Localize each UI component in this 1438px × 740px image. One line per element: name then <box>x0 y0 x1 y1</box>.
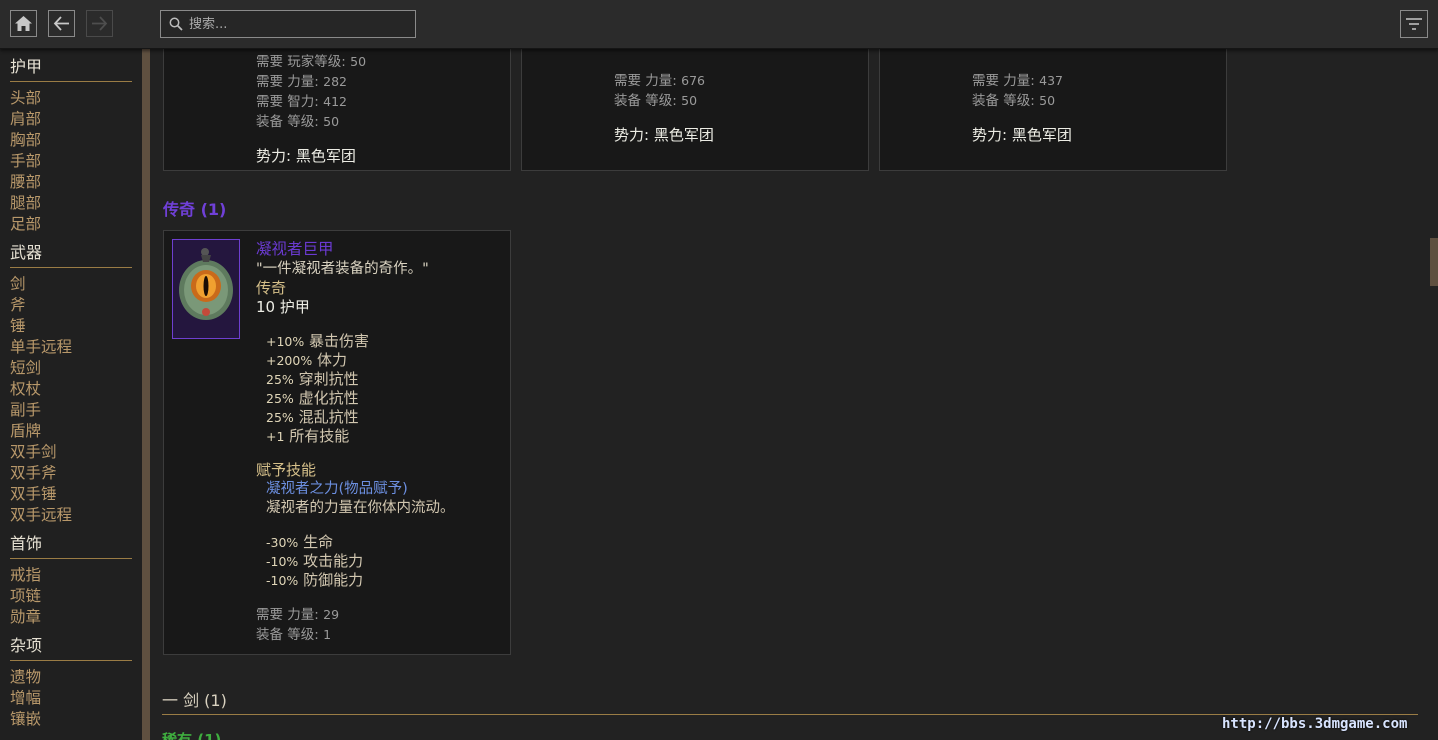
sidebar-heading: 首饰 <box>10 534 132 559</box>
stat-list: +10% 暴击伤害 +200% 体力 25% 穿刺抗性 25% 虚化抗性 25%… <box>256 332 506 446</box>
sidebar-item-two-hand-sword[interactable]: 双手剑 <box>10 442 142 463</box>
top-toolbar <box>0 0 1438 49</box>
sidebar-group-jewelry: 首饰 戒指 项链 勋章 <box>0 534 142 628</box>
requirement-row: 需要 力量: 437 <box>972 73 1063 89</box>
search-icon <box>169 17 183 31</box>
requirement-row-clipped <box>614 52 714 71</box>
home-icon <box>15 16 32 31</box>
penalty-line: -10% 攻击能力 <box>266 552 364 570</box>
requirement-row: 需要 力量: 29 <box>256 607 340 623</box>
stat-line: 25% 虚化抗性 <box>266 389 359 407</box>
category-heading-sword: 一 剑 (1) <box>162 691 227 710</box>
sidebar-item-component[interactable]: 镶嵌 <box>10 709 142 730</box>
sidebar-item-mace[interactable]: 锤 <box>10 316 142 337</box>
legendary-item-card[interactable]: 凝视者巨甲 "一件凝视者装备的奇作。" 传奇 10 护甲 +10% 暴击伤害 +… <box>163 230 511 655</box>
sidebar-item-amulet[interactable]: 项链 <box>10 586 142 607</box>
sidebar-item-feet[interactable]: 足部 <box>10 214 142 235</box>
item-card[interactable]: 需要 玩家等级: 50 需要 力量: 282 需要 智力: 412 装备 等级:… <box>163 49 511 171</box>
search-input[interactable] <box>189 14 409 34</box>
sidebar-group-misc: 杂项 遗物 增幅 镶嵌 <box>0 636 142 730</box>
faction-text: 势力: 黑色军团 <box>972 126 1072 144</box>
penalty-list: -30% 生命 -10% 攻击能力 -10% 防御能力 <box>256 533 506 590</box>
faction-text: 势力: 黑色军团 <box>256 147 356 165</box>
sidebar-heading: 杂项 <box>10 636 132 661</box>
granted-skill-heading: 赋予技能 <box>256 461 317 479</box>
sidebar-item-two-hand-mace[interactable]: 双手锤 <box>10 484 142 505</box>
granted-skill: 赋予技能 凝视者之力(物品赋予) 凝视者的力量在你体内流动。 <box>256 461 506 518</box>
requirements: 需要 力量: 29 装备 等级: 1 <box>256 605 506 645</box>
requirement-row-clipped <box>972 52 1072 71</box>
watermark: http://bbs.3dmgame.com <box>1222 716 1408 732</box>
item-rarity: 传奇 <box>256 279 287 297</box>
sidebar-group-weapons: 武器 剑 斧 锤 单手远程 短剑 权杖 副手 盾牌 双手剑 双手斧 双手锤 双手… <box>0 243 142 526</box>
sidebar-item-axe[interactable]: 斧 <box>10 295 142 316</box>
item-list: 需要 玩家等级: 50 需要 力量: 282 需要 智力: 412 装备 等级:… <box>150 49 1438 740</box>
sidebar-item-shield[interactable]: 盾牌 <box>10 421 142 442</box>
item-flavor-text: "一件凝视者装备的奇作。" <box>256 261 429 277</box>
sidebar-item-hands[interactable]: 手部 <box>10 151 142 172</box>
sidebar-item-waist[interactable]: 腰部 <box>10 172 142 193</box>
arrow-right-icon <box>92 16 108 31</box>
section-title-rare: 稀有 (1) <box>162 731 222 740</box>
sidebar-item-dagger[interactable]: 短剑 <box>10 358 142 379</box>
content-scrollbar-thumb[interactable] <box>1430 238 1438 286</box>
stat-line: +1 所有技能 <box>266 427 350 445</box>
item-image <box>172 239 240 339</box>
sidebar-item-augment[interactable]: 增幅 <box>10 688 142 709</box>
sidebar-item-relic[interactable]: 遗物 <box>10 667 142 688</box>
section-divider <box>162 714 1418 715</box>
sidebar-item-legs[interactable]: 腿部 <box>10 193 142 214</box>
requirement-row: 装备 等级: 50 <box>614 93 698 109</box>
forward-button[interactable] <box>86 10 113 37</box>
category-sidebar: 护甲 头部 肩部 胸部 手部 腰部 腿部 足部 武器 剑 斧 锤 单手远程 短剑… <box>0 49 142 740</box>
stat-line: 25% 穿刺抗性 <box>266 370 359 388</box>
stat-line: +10% 暴击伤害 <box>266 332 370 350</box>
requirement-row: 装备 等级: 50 <box>972 93 1056 109</box>
sidebar-item-two-hand-axe[interactable]: 双手斧 <box>10 463 142 484</box>
faction-text: 势力: 黑色军团 <box>614 126 714 144</box>
filter-icon <box>1406 18 1422 30</box>
sidebar-item-chest[interactable]: 胸部 <box>10 130 142 151</box>
arrow-left-icon <box>53 16 69 31</box>
stat-line: +200% 体力 <box>266 351 348 369</box>
filter-button[interactable] <box>1400 10 1428 38</box>
requirement-row: 需要 力量: 676 <box>614 73 705 89</box>
home-button[interactable] <box>10 10 37 37</box>
sidebar-heading: 武器 <box>10 243 132 268</box>
requirement-row: 需要 力量: 282 <box>256 74 347 90</box>
back-button[interactable] <box>48 10 75 37</box>
requirement-row: 需要 玩家等级: 50 <box>256 54 367 70</box>
granted-skill-description: 凝视者的力量在你体内流动。 <box>266 500 455 516</box>
requirement-row: 装备 等级: 50 <box>256 114 340 130</box>
sidebar-item-shoulders[interactable]: 肩部 <box>10 109 142 130</box>
sidebar-scrollbar[interactable] <box>142 49 150 740</box>
sidebar-item-medal[interactable]: 勋章 <box>10 607 142 628</box>
penalty-line: -10% 防御能力 <box>266 571 364 589</box>
sidebar-item-head[interactable]: 头部 <box>10 88 142 109</box>
stat-line: 25% 混乱抗性 <box>266 408 359 426</box>
item-name[interactable]: 凝视者巨甲 <box>256 239 506 259</box>
search-box <box>160 10 416 38</box>
requirement-row: 需要 智力: 412 <box>256 94 347 110</box>
item-armor: 10 护甲 <box>256 298 310 316</box>
sidebar-item-scepter[interactable]: 权杖 <box>10 379 142 400</box>
section-title-legendary: 传奇 (1) <box>163 200 227 219</box>
gazer-armor-icon <box>173 240 239 338</box>
sidebar-item-one-hand-ranged[interactable]: 单手远程 <box>10 337 142 358</box>
item-card[interactable]: 需要 力量: 676 装备 等级: 50 势力: 黑色军团 <box>521 49 869 171</box>
sidebar-item-ring[interactable]: 戒指 <box>10 565 142 586</box>
requirement-row: 装备 等级: 1 <box>256 627 332 643</box>
sidebar-heading: 护甲 <box>10 57 132 82</box>
granted-skill-name[interactable]: 凝视者之力(物品赋予) <box>256 480 506 499</box>
sidebar-item-two-hand-ranged[interactable]: 双手远程 <box>10 505 142 526</box>
sidebar-item-offhand[interactable]: 副手 <box>10 400 142 421</box>
sidebar-item-sword[interactable]: 剑 <box>10 274 142 295</box>
sidebar-group-armor: 护甲 头部 肩部 胸部 手部 腰部 腿部 足部 <box>0 57 142 235</box>
penalty-line: -30% 生命 <box>266 533 334 551</box>
item-card[interactable]: 需要 力量: 437 装备 等级: 50 势力: 黑色军团 <box>879 49 1227 171</box>
